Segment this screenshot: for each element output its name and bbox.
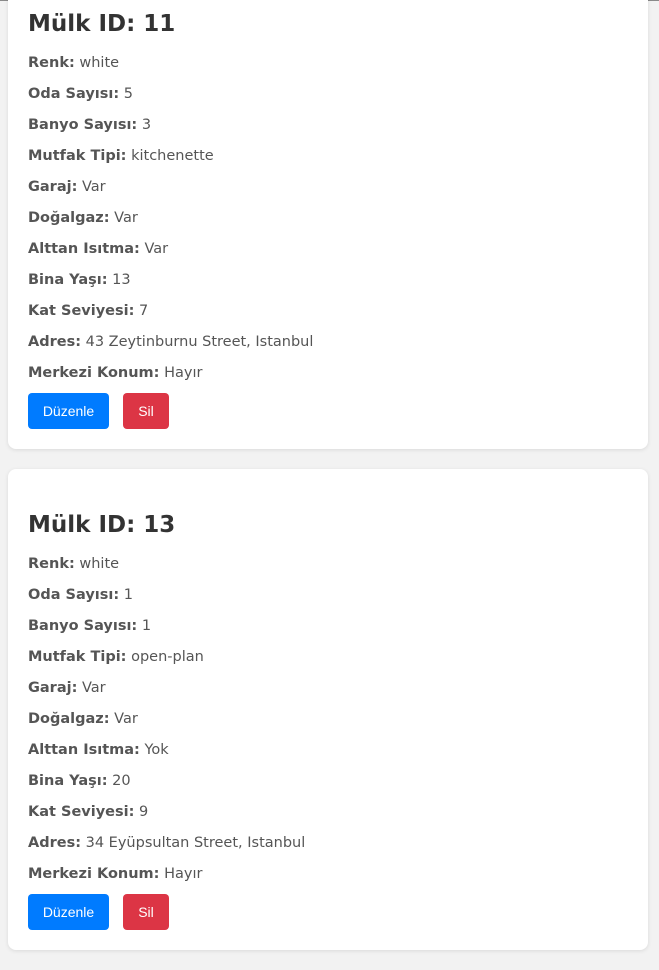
field-label: Banyo Sayısı:: [28, 117, 138, 133]
field-value: Var: [114, 210, 138, 226]
field-label: Merkezi Konum:: [28, 365, 160, 381]
field-label: Oda Sayısı:: [28, 86, 120, 102]
delete-button[interactable]: Sil: [123, 894, 169, 930]
property-card: Mülk ID: 11 Renk: white Oda Sayısı: 5 Ba…: [8, 0, 648, 449]
field-renk: Renk: white: [28, 549, 628, 580]
field-value: 43 Zeytinburnu Street, Istanbul: [85, 334, 314, 350]
field-bina: Bina Yaşı: 13: [28, 265, 628, 296]
field-value: 1: [123, 587, 133, 603]
field-label: Garaj:: [28, 179, 78, 195]
field-value: Var: [144, 241, 169, 257]
field-merkezi: Merkezi Konum: Hayır: [28, 859, 628, 890]
edit-button[interactable]: Düzenle: [28, 393, 109, 429]
field-label: Mutfak Tipi:: [28, 148, 127, 164]
property-title: Mülk ID: 11: [28, 11, 176, 37]
field-label: Kat Seviyesi:: [28, 804, 135, 820]
field-value: 1: [141, 618, 152, 634]
field-value: 13: [112, 272, 131, 288]
field-value: 5: [123, 86, 133, 102]
field-garaj: Garaj: Var: [28, 172, 628, 203]
card-actions: Düzenle Sil: [28, 894, 628, 930]
field-value: white: [79, 556, 120, 572]
field-bina: Bina Yaşı: 20: [28, 766, 628, 797]
property-list: Mülk ID: 11 Renk: white Oda Sayısı: 5 Ba…: [8, 0, 648, 970]
edit-button[interactable]: Düzenle: [28, 894, 109, 930]
field-value: 20: [112, 773, 131, 789]
field-banyo: Banyo Sayısı: 3: [28, 110, 628, 141]
field-value: 7: [139, 303, 149, 319]
field-label: Garaj:: [28, 680, 78, 696]
field-oda: Oda Sayısı: 1: [28, 580, 628, 611]
field-label: Kat Seviyesi:: [28, 303, 135, 319]
field-value: Hayır: [164, 365, 203, 381]
field-value: Var: [82, 680, 106, 696]
field-kat: Kat Seviyesi: 7: [28, 296, 628, 327]
field-label: Renk:: [28, 556, 75, 572]
field-value: 34 Eyüpsultan Street, Istanbul: [85, 835, 306, 851]
field-value: kitchenette: [131, 148, 214, 164]
field-label: Adres:: [28, 334, 82, 350]
property-title: Mülk ID: 13: [28, 512, 176, 538]
field-alttan: Alttan Isıtma: Var: [28, 234, 628, 265]
field-label: Oda Sayısı:: [28, 587, 120, 603]
field-label: Banyo Sayısı:: [28, 618, 138, 634]
field-label: Alttan Isıtma:: [28, 241, 140, 257]
field-dogalgaz: Doğalgaz: Var: [28, 704, 628, 735]
field-label: Bina Yaşı:: [28, 272, 108, 288]
field-label: Doğalgaz:: [28, 210, 110, 226]
property-card: Mülk ID: 13 Renk: white Oda Sayısı: 1 Ba…: [8, 469, 648, 950]
field-value: Var: [114, 711, 138, 727]
field-value: Hayır: [164, 866, 203, 882]
field-mutfak: Mutfak Tipi: open-plan: [28, 642, 628, 673]
field-adres: Adres: 34 Eyüpsultan Street, Istanbul: [28, 828, 628, 859]
field-label: Alttan Isıtma:: [28, 742, 140, 758]
field-merkezi: Merkezi Konum: Hayır: [28, 358, 628, 389]
field-label: Doğalgaz:: [28, 711, 110, 727]
field-value: 9: [139, 804, 149, 820]
field-value: white: [79, 55, 120, 71]
field-adres: Adres: 43 Zeytinburnu Street, Istanbul: [28, 327, 628, 358]
card-actions: Düzenle Sil: [28, 393, 628, 429]
field-renk: Renk: white: [28, 48, 628, 79]
field-label: Adres:: [28, 835, 82, 851]
field-garaj: Garaj: Var: [28, 673, 628, 704]
field-alttan: Alttan Isıtma: Yok: [28, 735, 628, 766]
field-oda: Oda Sayısı: 5: [28, 79, 628, 110]
field-value: Yok: [144, 742, 169, 758]
field-label: Merkezi Konum:: [28, 866, 160, 882]
field-label: Mutfak Tipi:: [28, 649, 127, 665]
field-value: Var: [82, 179, 106, 195]
field-mutfak: Mutfak Tipi: kitchenette: [28, 141, 628, 172]
field-dogalgaz: Doğalgaz: Var: [28, 203, 628, 234]
field-label: Bina Yaşı:: [28, 773, 108, 789]
field-value: 3: [141, 117, 152, 133]
field-label: Renk:: [28, 55, 75, 71]
delete-button[interactable]: Sil: [123, 393, 169, 429]
field-value: open-plan: [131, 649, 204, 665]
field-kat: Kat Seviyesi: 9: [28, 797, 628, 828]
field-banyo: Banyo Sayısı: 1: [28, 611, 628, 642]
